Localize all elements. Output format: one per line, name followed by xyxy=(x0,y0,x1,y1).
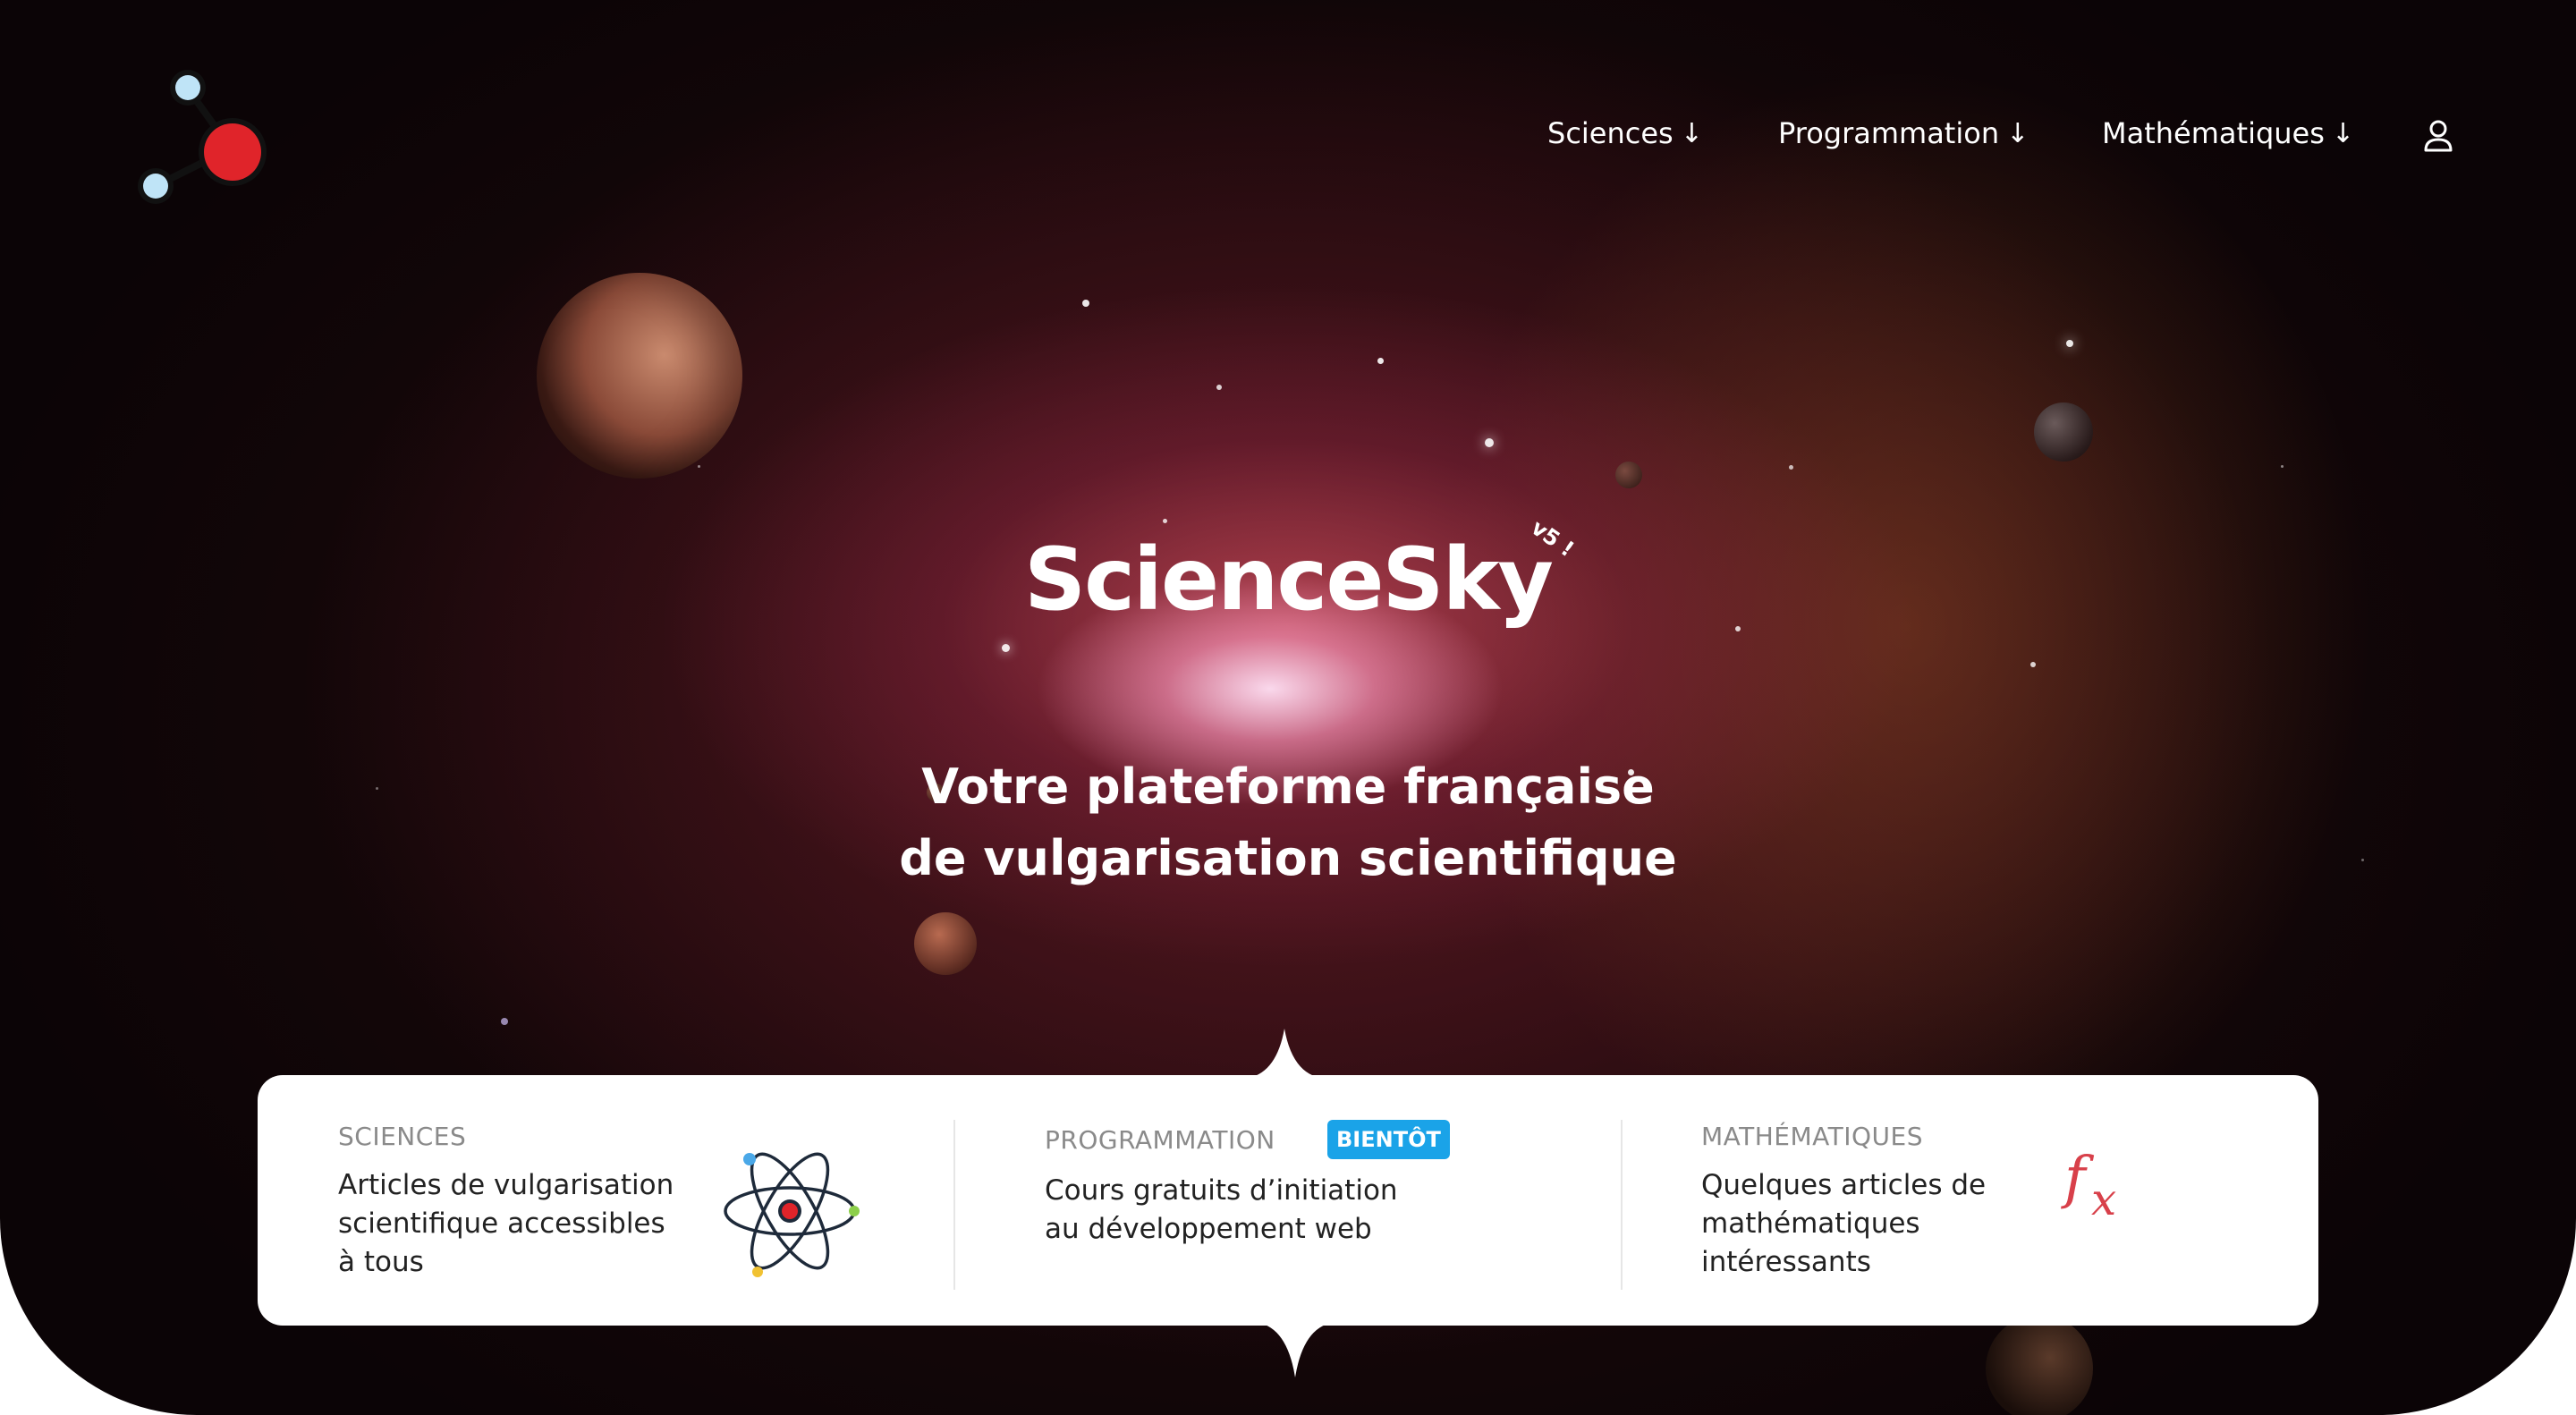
arrow-down-icon: ↓ xyxy=(2331,117,2355,149)
site-title: ScienceSky xyxy=(1024,530,1554,630)
function-icon: f x xyxy=(2061,1145,2116,1222)
card-title: PROGRAMMATION xyxy=(1045,1125,1275,1155)
nav-item-mathematiques[interactable]: Mathématiques ↓ xyxy=(2102,116,2354,150)
star xyxy=(2030,662,2036,667)
card-description: Articles de vulgarisation scientifique a… xyxy=(338,1169,674,1278)
star xyxy=(1485,438,1494,447)
tagline: Votre plateforme française de vulgarisat… xyxy=(0,751,2576,894)
card-description: Cours gratuits d’initiation au développe… xyxy=(1045,1174,1398,1245)
category-cards: SCIENCES Articles de vulgarisation scien… xyxy=(258,1075,2318,1326)
planet-large xyxy=(537,273,742,479)
svg-text:f: f xyxy=(2061,1145,2095,1211)
nav-label: Sciences xyxy=(1547,116,1674,150)
star xyxy=(1377,358,1384,364)
star xyxy=(501,1018,508,1025)
star xyxy=(1163,519,1167,523)
star xyxy=(1216,385,1222,390)
main-nav: Sciences ↓ Programmation ↓ Mathématiques… xyxy=(0,116,2576,161)
star xyxy=(1002,644,1010,652)
card-notch-bottom xyxy=(1250,1322,1340,1377)
card-sciences[interactable]: SCIENCES Articles de vulgarisation scien… xyxy=(258,1075,955,1326)
arrow-down-icon: ↓ xyxy=(2006,117,2029,149)
star xyxy=(1082,300,1089,307)
star xyxy=(1789,465,1793,470)
tagline-line: de vulgarisation scientifique xyxy=(899,830,1677,886)
star xyxy=(2066,340,2073,347)
nav-item-sciences[interactable]: Sciences ↓ xyxy=(1547,116,1703,150)
nav-item-programmation[interactable]: Programmation ↓ xyxy=(1778,116,2029,150)
planet-edge xyxy=(1986,1315,2093,1415)
card-programmation[interactable]: PROGRAMMATION BIENTÔT Cours gratuits d’i… xyxy=(955,1075,1621,1326)
user-account-icon[interactable] xyxy=(2420,118,2456,154)
planet-tiny xyxy=(1615,462,1642,488)
card-description: Quelques articles de mathématiques intér… xyxy=(1701,1169,1987,1278)
atom-icon xyxy=(724,1152,860,1277)
nav-label: Programmation xyxy=(1778,116,2000,150)
card-title: SCIENCES xyxy=(338,1122,467,1151)
card-notch-top xyxy=(1240,1029,1329,1079)
planet-small-right xyxy=(2034,402,2093,462)
nav-label: Mathématiques xyxy=(2102,116,2325,150)
tagline-line: Votre plateforme française xyxy=(921,758,1655,815)
card-title: MATHÉMATIQUES xyxy=(1701,1122,1923,1151)
star xyxy=(2281,465,2284,468)
planet-orange xyxy=(914,912,977,975)
star xyxy=(698,465,700,468)
coming-soon-badge: BIENTÔT xyxy=(1327,1120,1450,1159)
svg-text:x: x xyxy=(2091,1174,2116,1222)
card-mathematiques[interactable]: MATHÉMATIQUES Quelques articles de mathé… xyxy=(1621,1075,2318,1326)
arrow-down-icon: ↓ xyxy=(1680,117,1703,149)
